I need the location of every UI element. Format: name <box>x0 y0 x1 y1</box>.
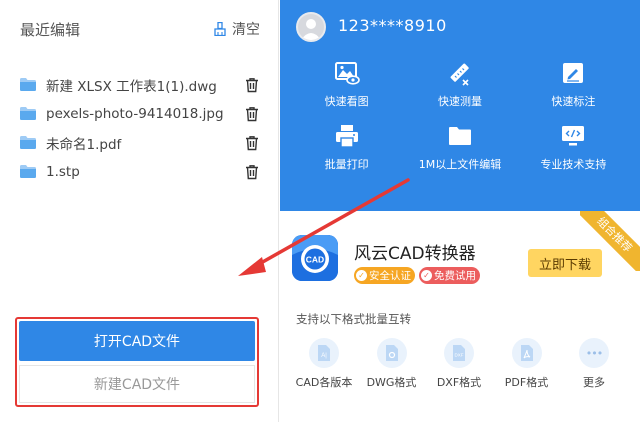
folder-icon <box>20 136 36 149</box>
tool-label: 批量打印 <box>324 158 369 171</box>
tool-measure[interactable]: 快速测量 <box>403 60 516 109</box>
tool-label: 1M以上文件编辑 <box>418 158 502 171</box>
check-icon: ✓ <box>421 270 432 281</box>
file-row[interactable]: 新建 XLSX 工作表1(1).dwg <box>20 70 260 99</box>
logo-text: CAD <box>306 255 324 265</box>
folder-icon <box>20 165 36 178</box>
file-name: 新建 XLSX 工作表1(1).dwg <box>46 78 217 95</box>
app-name: 风云CAD转换器 <box>354 244 476 264</box>
format-label: PDF格式 <box>504 376 549 389</box>
tools-panel: 123****8910 快速看图 快速测量 快速标注 批量打印 1M以上文件编辑… <box>280 0 640 211</box>
file-row[interactable]: 未命名1.pdf <box>20 128 260 157</box>
recent-header: 最近编辑 清空 <box>20 18 260 40</box>
cad-file-icon: A| <box>309 338 339 368</box>
tool-label: 专业技术支持 <box>540 158 607 171</box>
format-list: A| CAD各版本 DWG格式 DXF DXF格式 PDF格式 ••• 更多 <box>294 338 624 390</box>
file-name: 1.stp <box>46 163 80 180</box>
tool-annotate[interactable]: 快速标注 <box>517 60 630 109</box>
highlight-box: 打开CAD文件 新建CAD文件 <box>15 317 259 407</box>
app-logo[interactable]: CAD <box>292 235 338 281</box>
annotate-icon <box>563 63 584 83</box>
file-name: pexels-photo-9414018.jpg <box>46 105 224 122</box>
format-more[interactable]: ••• 更多 <box>564 338 624 390</box>
image-view-icon <box>334 62 360 85</box>
code-support-icon <box>562 126 585 146</box>
tool-large-file-edit[interactable]: 1M以上文件编辑 <box>403 123 516 172</box>
recent-files-panel: 最近编辑 清空 新建 XLSX 工作表1(1).dwg pexels-photo… <box>0 0 279 422</box>
format-dwg[interactable]: DWG格式 <box>362 338 422 390</box>
recent-title: 最近编辑 <box>20 20 81 39</box>
dxf-file-icon: DXF <box>444 338 474 368</box>
format-label: DXF格式 <box>436 376 482 389</box>
printer-icon <box>335 125 358 148</box>
avatar[interactable] <box>296 12 326 42</box>
new-cad-button[interactable]: 新建CAD文件 <box>19 365 255 403</box>
badges: ✓ 安全认证 ✓ 免费试用 <box>354 267 480 284</box>
tool-grid: 快速看图 快速测量 快速标注 批量打印 1M以上文件编辑 专业技术支持 <box>290 60 630 172</box>
promo-panel: CAD 风云CAD转换器 ✓ 安全认证 ✓ 免费试用 立即下载 组合推荐 支持以下格… <box>280 211 640 422</box>
tool-batch-print[interactable]: 批量打印 <box>290 123 403 172</box>
format-dxf[interactable]: DXF DXF格式 <box>429 338 489 390</box>
pdf-file-icon <box>511 338 542 368</box>
tool-image-view[interactable]: 快速看图 <box>290 60 403 109</box>
safety-badge-label: 安全认证 <box>369 270 411 282</box>
trash-icon[interactable] <box>244 135 260 151</box>
file-row[interactable]: 1.stp <box>20 157 260 186</box>
format-pdf[interactable]: PDF格式 <box>497 338 557 390</box>
broom-icon <box>214 22 226 36</box>
clear-button[interactable]: 清空 <box>213 19 260 39</box>
folder-icon <box>448 127 471 145</box>
tool-label: 快速测量 <box>437 95 482 108</box>
ribbon-label: 组合推荐 <box>580 211 640 271</box>
clear-label: 清空 <box>232 22 260 38</box>
measure-icon <box>450 63 469 86</box>
safety-badge: ✓ 安全认证 <box>354 267 415 284</box>
format-icon-text: DXF <box>455 353 464 358</box>
support-text: 支持以下格式批量互转 <box>296 312 411 326</box>
check-icon: ✓ <box>356 270 367 281</box>
more-icon: ••• <box>579 338 609 368</box>
trash-icon[interactable] <box>244 77 260 93</box>
trash-icon[interactable] <box>244 106 260 122</box>
cad-logo-icon: CAD <box>292 235 338 281</box>
trash-icon[interactable] <box>244 164 260 180</box>
folder-icon <box>20 78 36 91</box>
free-trial-badge: ✓ 免费试用 <box>419 267 480 284</box>
format-label: DWG格式 <box>366 376 417 389</box>
tool-label: 快速看图 <box>324 95 369 108</box>
folder-icon <box>20 107 36 120</box>
format-label: CAD各版本 <box>295 376 353 389</box>
recommend-ribbon: 组合推荐 <box>580 211 640 271</box>
user-name[interactable]: 123****8910 <box>338 16 447 35</box>
open-cad-button[interactable]: 打开CAD文件 <box>19 321 255 361</box>
format-label: 更多 <box>583 376 605 389</box>
file-name: 未命名1.pdf <box>46 136 122 153</box>
format-icon-text: A| <box>321 353 327 359</box>
file-row[interactable]: pexels-photo-9414018.jpg <box>20 99 260 128</box>
user-icon <box>301 19 321 40</box>
dwg-file-icon <box>376 338 407 368</box>
format-cad-versions[interactable]: A| CAD各版本 <box>294 338 354 390</box>
more-dots: ••• <box>585 346 603 360</box>
tool-tech-support[interactable]: 专业技术支持 <box>517 123 630 172</box>
tool-label: 快速标注 <box>551 95 596 108</box>
recent-file-list: 新建 XLSX 工作表1(1).dwg pexels-photo-9414018… <box>20 70 260 186</box>
free-trial-badge-label: 免费试用 <box>434 270 476 282</box>
